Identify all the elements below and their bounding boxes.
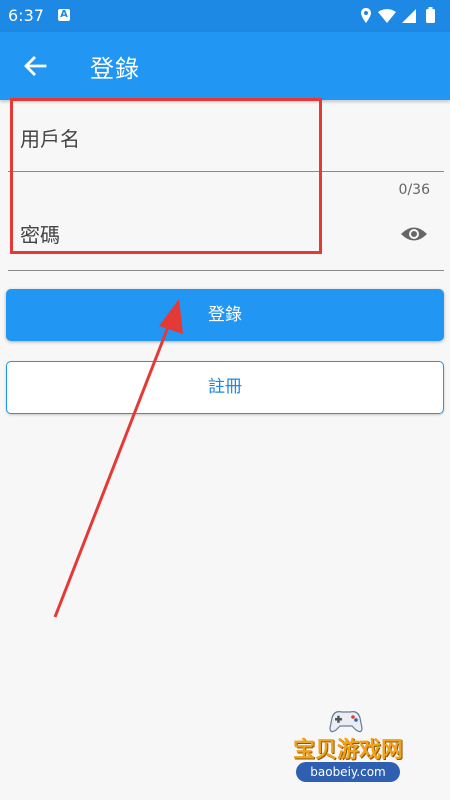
watermark: 宝贝游戏网 baobeiy.com bbox=[276, 706, 420, 792]
eye-icon[interactable] bbox=[400, 224, 428, 244]
back-arrow-icon[interactable] bbox=[22, 53, 48, 79]
register-button[interactable]: 註冊 bbox=[6, 361, 444, 414]
watermark-name: 宝贝游戏网 bbox=[292, 738, 403, 763]
password-counter: 0/36 bbox=[398, 182, 430, 198]
status-icons bbox=[361, 7, 435, 23]
notification-app-icon: A bbox=[58, 9, 70, 21]
login-button[interactable]: 登錄 bbox=[6, 289, 444, 341]
status-bar: 6:37 A bbox=[0, 0, 450, 32]
wifi-icon bbox=[378, 9, 396, 23]
page-title: 登錄 bbox=[90, 55, 140, 83]
app-bar: 登錄 bbox=[0, 32, 450, 100]
password-underline bbox=[8, 270, 444, 271]
signal-icon bbox=[402, 9, 416, 23]
location-icon bbox=[361, 8, 371, 23]
status-time: 6:37 bbox=[8, 6, 44, 25]
watermark-url: baobeiy.com bbox=[296, 762, 400, 782]
battery-icon bbox=[426, 7, 435, 23]
annotation-highlight-box bbox=[10, 98, 322, 254]
